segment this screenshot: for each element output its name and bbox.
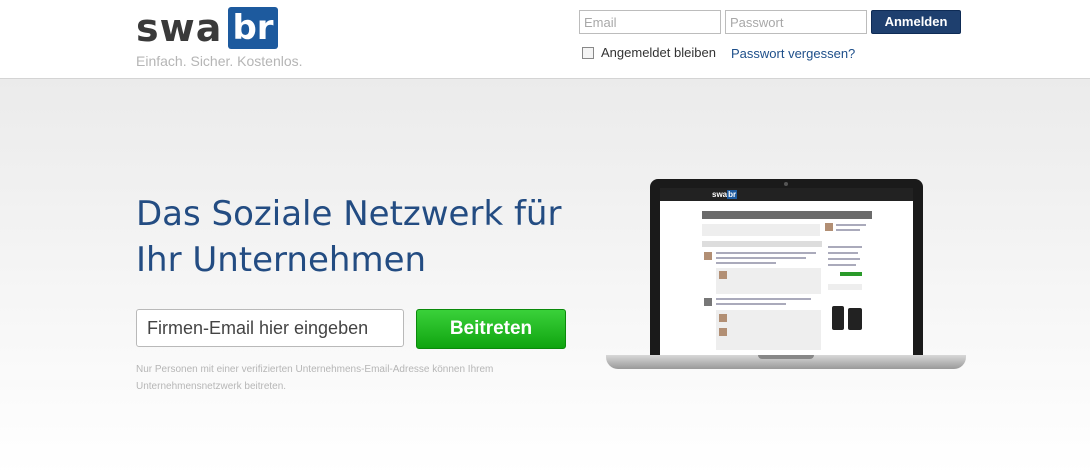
mini-topbar (660, 188, 913, 201)
logo-box-text: br (232, 8, 274, 48)
laptop-screen: swabr (660, 188, 913, 356)
tagline: Einfach. Sicher. Kostenlos. (136, 53, 303, 69)
laptop-notch (758, 355, 814, 359)
site-header: swa br Einfach. Sicher. Kostenlos. Anmel… (0, 0, 1090, 79)
mini-nav (702, 211, 872, 219)
login-button[interactable]: Anmelden (871, 10, 961, 34)
headline-line-2: Ihr Unternehmen (136, 240, 427, 280)
mini-invite-button (840, 272, 862, 276)
mini-line (828, 252, 858, 254)
email-input[interactable] (579, 10, 721, 34)
mini-comment-avatar (719, 314, 727, 322)
mini-line (716, 303, 786, 305)
mini-post-avatar (704, 298, 712, 306)
remember-me[interactable]: Angemeldet bleiben (582, 45, 716, 60)
mini-profile-avatar (825, 223, 833, 231)
forgot-password-link[interactable]: Passwort vergessen? (731, 46, 855, 61)
mini-tabs (702, 241, 822, 247)
mini-line (836, 229, 860, 231)
logo-text: swa (136, 6, 223, 50)
logo-box: br (228, 7, 278, 49)
headline-line-1: Das Soziale Netzwerk für (136, 194, 562, 234)
company-email-input[interactable]: Firmen-Email hier eingeben (136, 309, 404, 347)
mini-post-avatar (704, 252, 712, 260)
mini-line (828, 264, 856, 266)
remember-checkbox[interactable] (582, 46, 594, 59)
mini-line (836, 224, 866, 226)
mini-line (828, 246, 862, 248)
laptop-illustration: swabr (606, 179, 966, 379)
mini-line (828, 258, 860, 260)
mini-status-box (702, 224, 820, 236)
mini-logo-right: br (727, 190, 738, 199)
remember-label: Angemeldet bleiben (601, 45, 716, 60)
mini-search-box (828, 284, 862, 290)
mini-line (716, 262, 776, 264)
password-input[interactable] (725, 10, 867, 34)
mini-comment-avatar (719, 328, 727, 336)
mini-logo-left: swa (712, 190, 728, 199)
laptop-lid: swabr (650, 179, 923, 359)
verification-note: Nur Personen mit einer verifizierten Unt… (136, 364, 494, 392)
mini-comments (716, 310, 821, 350)
mini-line (716, 252, 816, 254)
hero-section: Das Soziale Netzwerk für Ihr Unternehmen… (0, 79, 1090, 475)
laptop-base (606, 355, 966, 369)
camera-dot (784, 182, 788, 186)
mini-phone (848, 308, 862, 330)
mini-line (716, 257, 806, 259)
mini-phone (832, 306, 844, 330)
mini-logo: swabr (712, 190, 738, 199)
mini-comment-avatar (719, 271, 727, 279)
mini-line (716, 298, 811, 300)
join-button[interactable]: Beitreten (416, 309, 566, 349)
mini-comments (716, 268, 821, 294)
hero-headline: Das Soziale Netzwerk für Ihr Unternehmen (136, 191, 606, 283)
